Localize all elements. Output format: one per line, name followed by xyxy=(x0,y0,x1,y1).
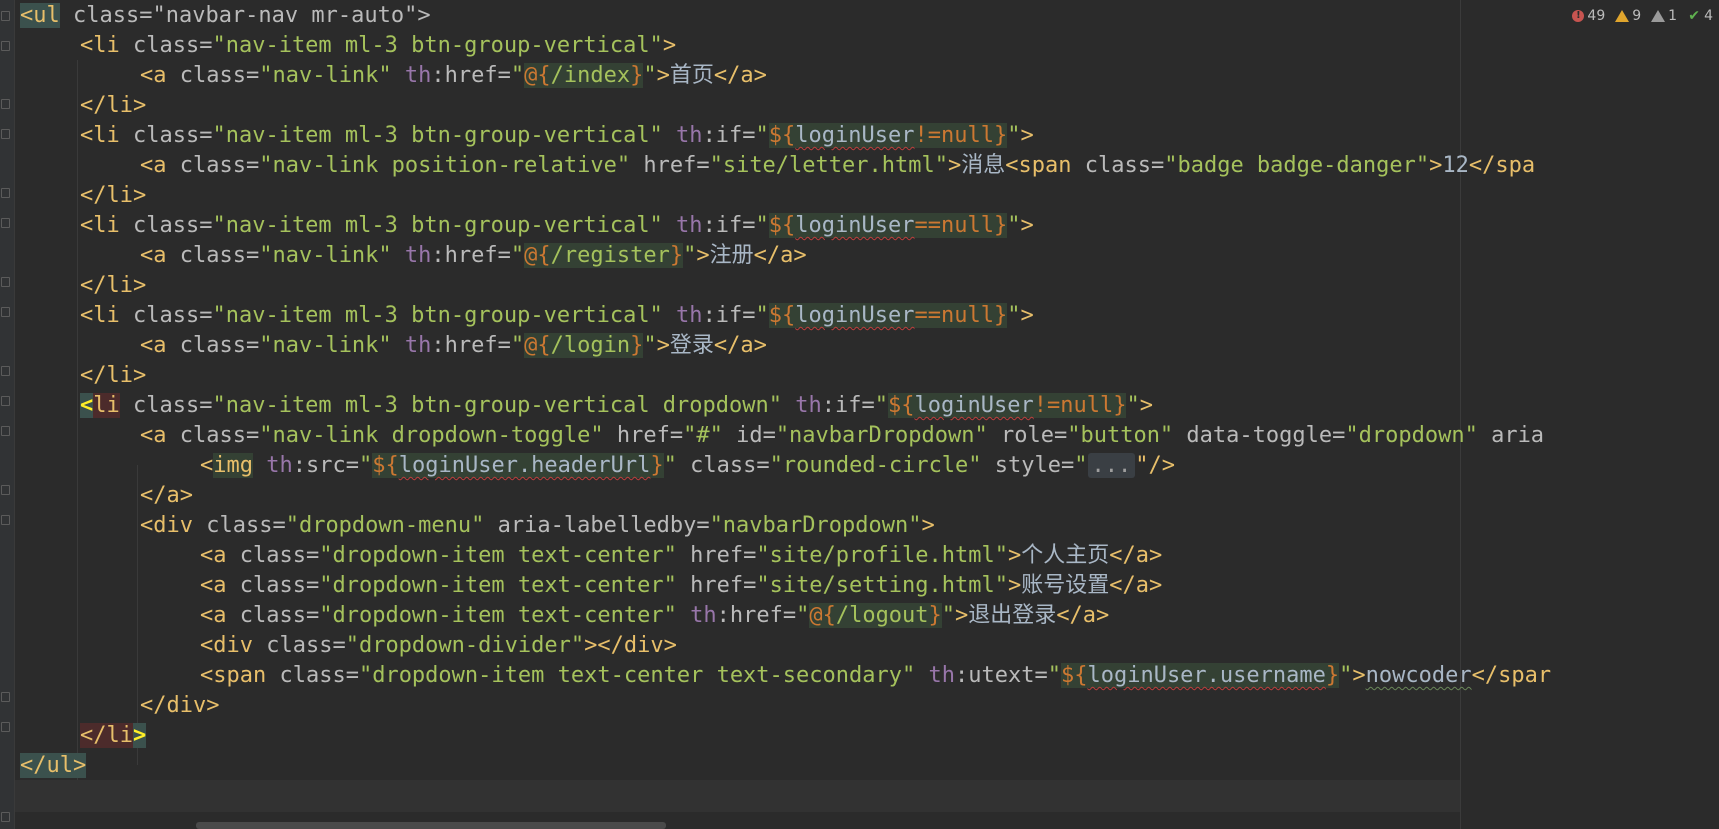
code-line[interactable]: <a class="dropdown-item text-center" hre… xyxy=(200,570,1162,602)
code-editor[interactable]: ! 49 9 1 ✔ 4 <ul class="navbar-nav mr-au… xyxy=(0,0,1719,829)
code-line[interactable]: <li class="nav-item ml-3 btn-group-verti… xyxy=(80,390,1153,422)
indent-guide xyxy=(77,60,78,810)
code-line[interactable]: <a class="dropdown-item text-center" th:… xyxy=(200,600,1109,632)
fold-marker-icon[interactable] xyxy=(1,277,10,287)
code-line[interactable]: </a> xyxy=(140,480,193,512)
fold-marker-icon[interactable] xyxy=(1,515,10,525)
typo-count[interactable]: ✔ 4 xyxy=(1687,8,1713,24)
code-line[interactable]: <div class="dropdown-divider"></div> xyxy=(200,630,677,662)
fold-marker-icon[interactable] xyxy=(1,485,10,495)
code-line[interactable]: <a class="nav-link" th:href="@{/index}">… xyxy=(140,60,767,92)
code-line[interactable]: <li class="nav-item ml-3 btn-group-verti… xyxy=(80,210,1034,242)
fold-marker-icon[interactable] xyxy=(1,366,10,376)
warning-count[interactable]: 9 xyxy=(1615,8,1641,24)
fold-marker-icon[interactable] xyxy=(1,722,10,732)
fold-marker-icon[interactable] xyxy=(1,396,10,406)
caret-line-highlight xyxy=(15,780,1460,812)
error-count[interactable]: ! 49 xyxy=(1572,8,1605,24)
fold-marker-icon[interactable] xyxy=(1,129,10,139)
code-line[interactable]: </ul> xyxy=(20,750,87,782)
code-line[interactable]: <li class="nav-item ml-3 btn-group-verti… xyxy=(80,300,1034,332)
code-line[interactable]: <ul class="navbar-nav mr-auto"> xyxy=(20,0,431,32)
fold-marker-icon[interactable] xyxy=(1,41,10,51)
folded-attribute[interactable]: ... xyxy=(1087,453,1136,478)
warning-icon xyxy=(1615,10,1630,22)
fold-marker-icon[interactable] xyxy=(1,692,10,702)
fold-marker-icon[interactable] xyxy=(1,426,10,436)
fold-marker-icon[interactable] xyxy=(1,218,10,228)
code-line[interactable]: <a class="dropdown-item text-center" hre… xyxy=(200,540,1162,572)
fold-marker-icon[interactable] xyxy=(1,188,10,198)
code-line[interactable]: <li class="nav-item ml-3 btn-group-verti… xyxy=(80,120,1034,152)
code-line[interactable]: </li> xyxy=(80,270,146,302)
fold-marker-icon[interactable] xyxy=(1,812,10,822)
code-line[interactable]: <a class="nav-link" th:href="@{/register… xyxy=(140,240,807,272)
right-margin-guide xyxy=(1460,0,1461,829)
code-line-current[interactable]: </li> xyxy=(80,720,147,752)
fold-marker-icon[interactable] xyxy=(1,307,10,317)
code-line[interactable]: <a class="nav-link" th:href="@{/login}">… xyxy=(140,330,767,362)
code-line[interactable]: </li> xyxy=(80,90,146,122)
horizontal-scrollbar[interactable] xyxy=(196,822,666,829)
fold-marker-icon[interactable] xyxy=(1,99,10,109)
weak-warning-count[interactable]: 1 xyxy=(1651,8,1677,24)
code-line[interactable]: <a class="nav-link position-relative" hr… xyxy=(140,150,1535,182)
code-line[interactable]: </li> xyxy=(80,180,146,212)
weak-warning-icon xyxy=(1651,10,1666,22)
code-line[interactable]: <div class="dropdown-menu" aria-labelled… xyxy=(140,510,935,542)
code-line[interactable]: </li> xyxy=(80,360,146,392)
code-line[interactable]: <span class="dropdown-item text-center t… xyxy=(200,660,1551,692)
code-line[interactable]: <img th:src="${loginUser.headerUrl}" cla… xyxy=(200,450,1175,482)
code-line[interactable]: <a class="nav-link dropdown-toggle" href… xyxy=(140,420,1544,452)
check-icon: ✔ xyxy=(1688,8,1700,24)
inspection-widget[interactable]: ! 49 9 1 ✔ 4 xyxy=(1568,4,1719,28)
code-line[interactable]: <li class="nav-item ml-3 btn-group-verti… xyxy=(80,30,676,62)
fold-marker-icon[interactable] xyxy=(1,11,10,21)
editor-gutter[interactable] xyxy=(0,0,15,829)
code-line[interactable]: </div> xyxy=(140,690,219,722)
error-icon: ! xyxy=(1572,10,1585,22)
